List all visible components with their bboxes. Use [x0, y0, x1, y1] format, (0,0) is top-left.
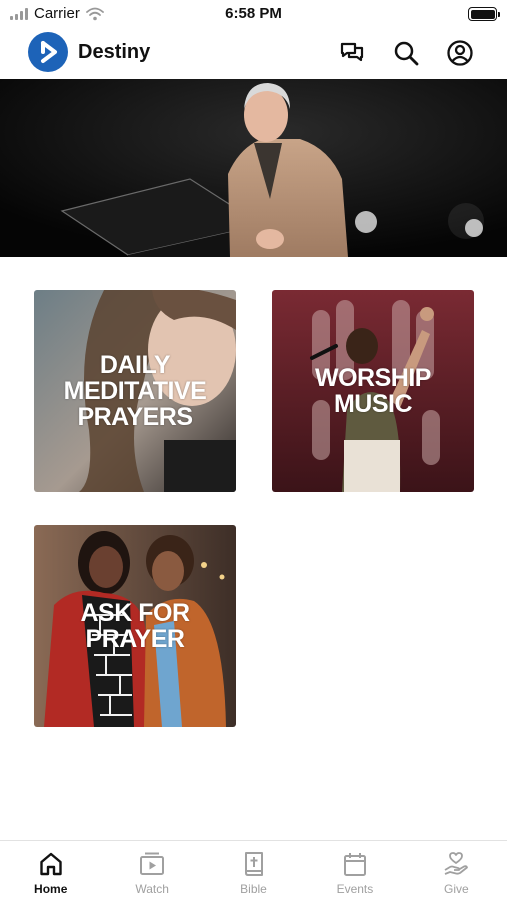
home-icon [40, 852, 62, 876]
tab-watch[interactable]: Watch [101, 841, 202, 900]
tab-label: Home [34, 882, 68, 896]
app-header: Destiny [0, 28, 507, 78]
tile-title: DAILY MEDITATIVE PRAYERS [63, 351, 207, 431]
watch-icon [140, 852, 165, 875]
profile-icon[interactable] [446, 39, 474, 67]
calendar-icon [343, 853, 366, 876]
tab-bible[interactable]: Bible [203, 841, 304, 900]
play-logo-icon [41, 41, 57, 63]
tab-give[interactable]: Give [406, 841, 507, 900]
tab-home[interactable]: Home [0, 841, 101, 900]
hero-image [0, 79, 507, 257]
bottom-tab-bar: Home Watch Bible Events Give [0, 840, 507, 900]
tile-title: ASK FOR PRAYER [80, 599, 191, 653]
app-title: Destiny [78, 41, 151, 63]
chat-icon[interactable] [338, 39, 366, 67]
search-icon[interactable] [392, 39, 420, 67]
status-bar: Carrier 6:58 PM [0, 0, 507, 28]
tile-ask-for-prayer[interactable]: ASK FOR PRAYER [34, 525, 236, 727]
tab-events[interactable]: Events [304, 841, 405, 900]
tab-label: Give [443, 882, 469, 896]
tab-label: Events [336, 882, 374, 896]
tile-daily-meditative-prayers[interactable]: DAILY MEDITATIVE PRAYERS [34, 290, 236, 492]
tab-label: Watch [135, 882, 169, 896]
hero-banner[interactable] [0, 79, 507, 257]
give-icon [444, 852, 469, 875]
tile-worship-music[interactable]: WORSHIP MUSIC [272, 290, 474, 492]
status-time: 6:58 PM [225, 5, 282, 22]
bible-icon [244, 852, 263, 876]
tab-label: Bible [240, 882, 267, 896]
battery-icon [468, 7, 500, 21]
tile-title: WORSHIP MUSIC [315, 364, 431, 418]
destiny-logo [28, 32, 68, 72]
